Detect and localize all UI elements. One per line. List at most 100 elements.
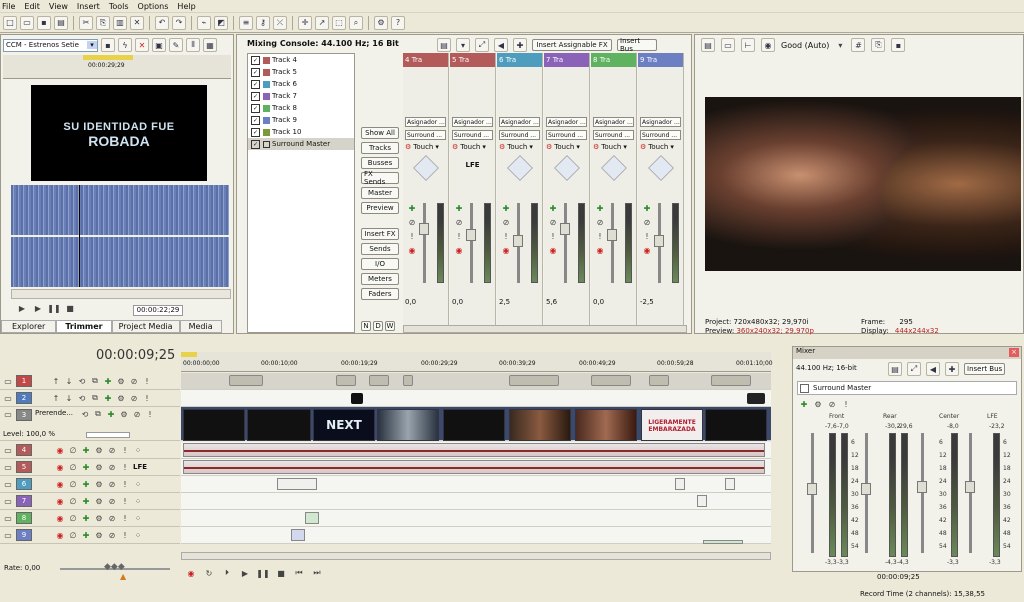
monitor-icon[interactable]: ▭ xyxy=(721,38,735,52)
track-lane-5[interactable] xyxy=(181,459,771,476)
expand-icon[interactable]: ▭ xyxy=(3,479,13,489)
record-arm-icon[interactable]: ◉ xyxy=(55,530,65,540)
stop-icon[interactable]: ■ xyxy=(65,303,75,313)
meters-button[interactable]: Meters xyxy=(361,273,399,285)
settings-icon[interactable]: ⚙ xyxy=(94,513,104,523)
solo-icon[interactable]: ! xyxy=(120,513,130,523)
fx-icon[interactable]: ✚ xyxy=(642,203,652,213)
track-header-4[interactable]: ▭ 4 ◉ ∅ ✚ ⚙ ⊘ ! ⁘ xyxy=(0,442,180,459)
trimmer-preset-select[interactable]: CCM - Estrenos Setie ▾ xyxy=(3,38,98,52)
menu-help[interactable]: Help xyxy=(177,2,195,11)
n-button[interactable]: N xyxy=(361,321,371,331)
assignable-fx-slot[interactable]: Asignador ... xyxy=(405,117,446,127)
solo-icon[interactable]: ! xyxy=(454,231,464,241)
fx-icon[interactable]: ✚ xyxy=(81,513,91,523)
level-slider[interactable] xyxy=(86,431,130,438)
track-name[interactable]: Prerende... xyxy=(35,409,77,417)
surround-panner-slot[interactable]: Surround ... xyxy=(405,130,446,140)
video-thumbnail-next[interactable]: NEXT xyxy=(313,409,375,441)
track-list-item[interactable]: ✓ Surround Master xyxy=(248,138,354,150)
record-arm-icon[interactable]: ◉ xyxy=(55,479,65,489)
properties-icon[interactable]: ▤ xyxy=(701,38,715,52)
event[interactable] xyxy=(747,393,765,404)
surround-panner-slot[interactable]: Surround ... xyxy=(593,130,634,140)
track-header-3[interactable]: ▭ 3 Prerende... ⟲ ⧉ ✚ ⚙ ⊘ ! Level: 100,0… xyxy=(0,407,180,441)
track-list-item[interactable]: ✓ Track 10 xyxy=(248,126,354,138)
strip-header[interactable]: 5 Tra xyxy=(450,53,495,67)
event[interactable] xyxy=(229,375,263,386)
audio-event[interactable] xyxy=(277,478,317,490)
record-icon[interactable]: ◉ xyxy=(407,245,417,255)
checkbox-checked[interactable]: ✓ xyxy=(251,115,260,125)
video-thumbnail[interactable] xyxy=(705,409,767,441)
fx-icon[interactable]: ✚ xyxy=(454,203,464,213)
solo-icon[interactable]: ! xyxy=(841,399,851,409)
fx-icon[interactable]: ✚ xyxy=(103,393,113,403)
io-button[interactable]: I/O xyxy=(361,258,399,270)
render-icon[interactable]: ⚙ xyxy=(374,15,388,30)
event[interactable] xyxy=(591,375,631,386)
track-header-1[interactable]: ▭ 1 ↑ ↓ ⟲ ⧉ ✚ ⚙ ⊘ ! xyxy=(0,373,180,390)
film-icon[interactable]: ▦ xyxy=(203,38,217,52)
event[interactable] xyxy=(403,375,413,386)
menu-view[interactable]: View xyxy=(49,2,68,11)
surround-panner-slot[interactable]: Surround ... xyxy=(546,130,587,140)
solo-icon[interactable]: ! xyxy=(120,496,130,506)
fx-icon[interactable]: ✚ xyxy=(81,479,91,489)
copy-icon[interactable]: ⎘ xyxy=(96,15,110,30)
surround-pan-icon[interactable] xyxy=(600,155,627,181)
mute-icon[interactable]: ⊘ xyxy=(107,445,117,455)
tracks-button[interactable]: Tracks xyxy=(361,142,399,154)
menu-edit[interactable]: Edit xyxy=(24,2,40,11)
surround-icon[interactable]: ⁘ xyxy=(133,445,143,455)
expand-icon[interactable]: ▭ xyxy=(3,376,13,386)
solo-icon[interactable]: ! xyxy=(142,376,152,386)
fx-icon[interactable]: ✚ xyxy=(103,376,113,386)
video-thumbnail-title[interactable]: LIGERAMENTE EMBARAZADA xyxy=(641,409,703,441)
checkbox-checked[interactable]: ✓ xyxy=(251,67,260,77)
mute-icon[interactable]: ⊘ xyxy=(107,513,117,523)
track-header-6[interactable]: ▭ 6 ◉ ∅ ✚ ⚙ ⊘ ! ⁘ xyxy=(0,476,180,493)
mute-icon[interactable]: ⊘ xyxy=(595,217,605,227)
checkbox-checked[interactable]: ✓ xyxy=(251,91,260,101)
volume-fader[interactable] xyxy=(560,223,570,235)
settings-icon[interactable]: ⚙ xyxy=(94,479,104,489)
w-button[interactable]: W xyxy=(385,321,395,331)
video-thumbnail[interactable] xyxy=(443,409,505,441)
downmix-icon[interactable]: ⤢ xyxy=(907,362,921,376)
split-icon[interactable]: ⫴ xyxy=(186,38,200,52)
automation-mode[interactable]: ⚙ Touch ▾ xyxy=(591,143,636,151)
track-lane-3[interactable]: NEXT LIGERAMENTE EMBARAZADA xyxy=(181,407,771,441)
expand-icon[interactable]: ▭ xyxy=(3,445,13,455)
open-icon[interactable]: ▭ xyxy=(20,15,34,30)
audio-event[interactable] xyxy=(183,443,765,457)
volume-fader[interactable] xyxy=(513,235,523,247)
d-button[interactable]: D xyxy=(373,321,383,331)
mute-icon[interactable]: ⊘ xyxy=(501,217,511,227)
fx-icon[interactable]: ✚ xyxy=(81,496,91,506)
tab-explorer[interactable]: Explorer xyxy=(1,320,57,333)
tab-trimmer[interactable]: Trimmer xyxy=(56,320,112,333)
timeline-ruler[interactable]: 00:00:00;00 00:00:10;00 00:00:19;29 00:0… xyxy=(181,352,773,372)
menu-tools[interactable]: Tools xyxy=(109,2,129,11)
settings-icon[interactable]: ⚙ xyxy=(94,445,104,455)
volume-fader[interactable] xyxy=(466,229,476,241)
automation-mode[interactable]: ⚙ Touch ▾ xyxy=(544,143,589,151)
track-header-5[interactable]: ▭ 5 ◉ ∅ ✚ ⚙ ⊘ ! LFE xyxy=(0,459,180,476)
fx-icon[interactable]: ✚ xyxy=(81,445,91,455)
edit-icon[interactable]: ✎ xyxy=(169,38,183,52)
close-icon[interactable]: ✕ xyxy=(135,38,149,52)
close-icon[interactable]: × xyxy=(1009,348,1019,357)
fx-sends-button[interactable]: FX Sends xyxy=(361,170,399,186)
track-lane-9[interactable] xyxy=(181,527,771,544)
compositing-icon[interactable]: ⧉ xyxy=(90,393,100,403)
mute-icon[interactable]: ⊘ xyxy=(129,376,139,386)
surround-icon[interactable]: ⁘ xyxy=(133,513,143,523)
mute-icon[interactable]: ⊘ xyxy=(107,496,117,506)
track-lane-7[interactable] xyxy=(181,493,771,510)
phase-icon[interactable]: ∅ xyxy=(68,479,78,489)
mute-icon[interactable]: ⊘ xyxy=(454,217,464,227)
solo-icon[interactable]: ! xyxy=(595,231,605,241)
sends-button[interactable]: Sends xyxy=(361,243,399,255)
record-arm-icon[interactable]: ◉ xyxy=(55,462,65,472)
